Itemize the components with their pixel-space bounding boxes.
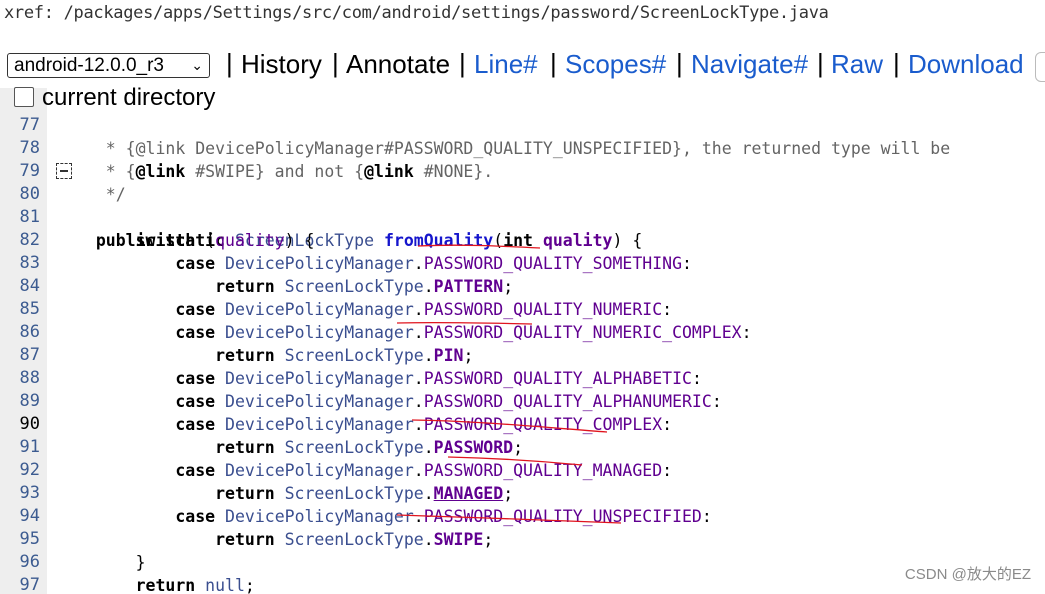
code-line: 94 return ScreenLockType.SWIPE;: [0, 482, 1045, 549]
navigate-toggle[interactable]: Navigate#: [691, 49, 808, 80]
nav-separator: |: [332, 48, 339, 78]
code-line: 95 }: [0, 505, 1045, 572]
chevron-down-icon: ⌄: [191, 57, 203, 73]
nav-scroll-button[interactable]: [1035, 52, 1045, 82]
annotate-link[interactable]: Annotate: [346, 49, 450, 80]
code-line: 98: [0, 574, 1045, 594]
history-link[interactable]: History: [241, 49, 322, 80]
line-number-toggle[interactable]: Line#: [474, 49, 538, 80]
fold-toggle-icon[interactable]: [56, 163, 72, 179]
code-line: 82 case DevicePolicyManager.PASSWORD_QUA…: [0, 206, 1045, 273]
revision-value: android-12.0.0_r3: [14, 55, 164, 76]
nav-separator: |: [226, 48, 233, 78]
revision-select[interactable]: android-12.0.0_r3 ⌄: [7, 53, 210, 78]
code-line: 92 return ScreenLockType.MANAGED;: [0, 436, 1045, 503]
code-line: 85 case DevicePolicyManager.PASSWORD_QUA…: [0, 275, 1045, 342]
code-line: 86 return ScreenLockType.PIN;: [0, 298, 1045, 365]
download-link[interactable]: Download: [908, 49, 1024, 80]
code-line: 78 * {@link #SWIPE} and not {@link #NONE…: [0, 114, 1045, 181]
current-directory-checkbox[interactable]: [14, 86, 34, 107]
current-directory-label: current directory: [42, 84, 216, 111]
code-line: 81 switch (quality) {: [0, 183, 1045, 250]
code-line: 84 case DevicePolicyManager.PASSWORD_QUA…: [0, 252, 1045, 319]
code-line: 79 */: [0, 137, 1045, 204]
code-line: 88 case DevicePolicyManager.PASSWORD_QUA…: [0, 344, 1045, 411]
code-line: 96 return null;: [0, 528, 1045, 594]
code-line: 90 return ScreenLockType.PASSWORD;: [0, 390, 1045, 457]
nav-separator: |: [550, 48, 557, 78]
scopes-toggle[interactable]: Scopes#: [565, 49, 666, 80]
code-line: 83 return ScreenLockType.PATTERN;: [0, 229, 1045, 296]
navigation-bar: android-12.0.0_r3 ⌄ | History | Annotate…: [0, 44, 1045, 88]
xref-path: xref: /packages/apps/Settings/src/com/an…: [4, 3, 829, 23]
code-line: 87 case DevicePolicyManager.PASSWORD_QUA…: [0, 321, 1045, 388]
code-line: 97 }: [0, 551, 1045, 594]
nav-separator: |: [676, 48, 683, 78]
code-view: 77 * {@link DevicePolicyManager#PASSWORD…: [0, 88, 1045, 594]
current-directory-option[interactable]: current directory: [14, 84, 215, 112]
code-line: 80 public static ScreenLockType fromQual…: [0, 160, 1045, 250]
nav-separator: |: [459, 48, 466, 78]
nav-separator: |: [817, 48, 824, 78]
watermark: CSDN @放大的EZ: [904, 566, 1031, 583]
code-line: 89 case DevicePolicyManager.PASSWORD_QUA…: [0, 367, 1045, 434]
code-line: 91 case DevicePolicyManager.PASSWORD_QUA…: [0, 413, 1045, 480]
raw-link[interactable]: Raw: [831, 49, 883, 80]
code-line: 93 case DevicePolicyManager.PASSWORD_QUA…: [0, 459, 1045, 526]
nav-separator: |: [893, 48, 900, 78]
